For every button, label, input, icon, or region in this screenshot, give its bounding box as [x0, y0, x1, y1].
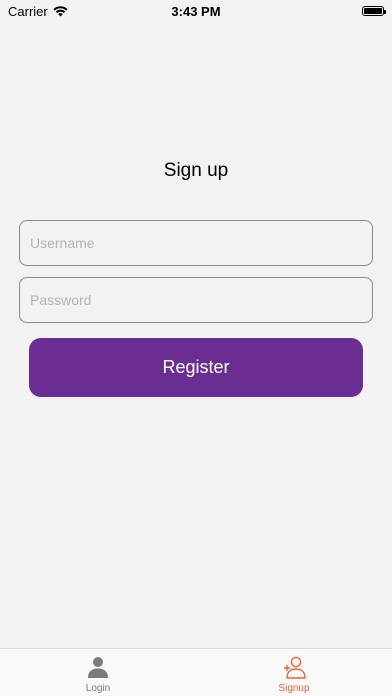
register-button[interactable]: Register — [29, 338, 363, 397]
password-input[interactable] — [19, 277, 373, 323]
wifi-icon — [53, 5, 68, 16]
tab-login-label: Login — [85, 683, 111, 694]
person-add-icon — [284, 656, 306, 679]
status-left: Carrier — [8, 4, 68, 19]
tab-signup-label: Signup — [278, 683, 310, 694]
page-title: Sign up — [163, 160, 229, 181]
tab-login[interactable]: Login — [0, 649, 196, 696]
status-bar: Carrier 3:43 PM — [0, 0, 392, 22]
battery-icon — [362, 6, 386, 16]
username-input[interactable] — [19, 220, 373, 266]
tab-bar: Login Signup — [0, 648, 392, 696]
person-icon — [88, 657, 108, 678]
tab-signup[interactable]: Signup — [196, 649, 392, 696]
carrier-label: Carrier — [8, 3, 48, 19]
